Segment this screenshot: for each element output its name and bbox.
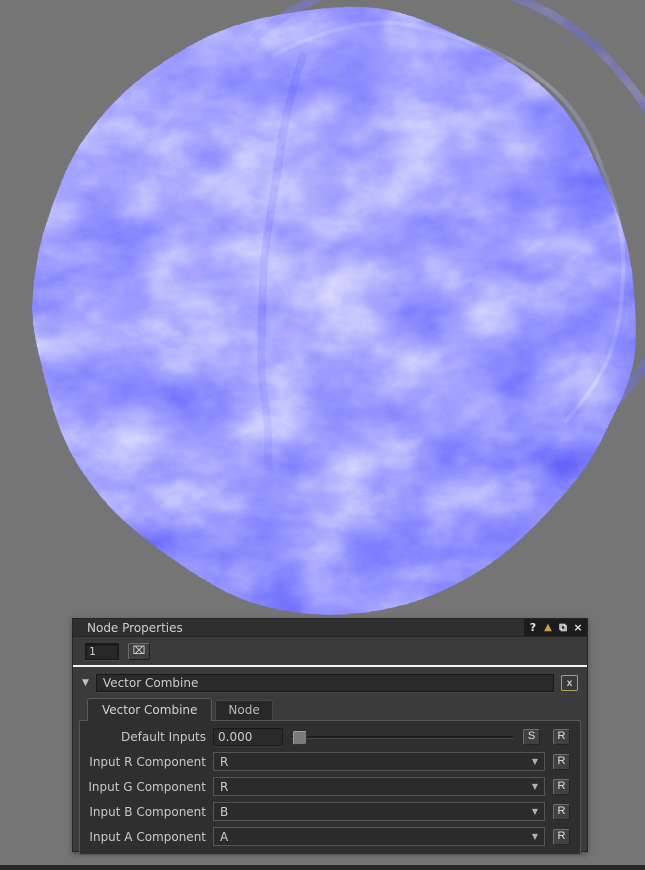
slider-handle[interactable] — [293, 731, 307, 745]
param-row-input-r: Input R Component R ▼ R — [80, 749, 570, 774]
parameter-group: Default Inputs S R Input R Component R ▼… — [79, 720, 581, 855]
param-label: Input B Component — [80, 805, 206, 819]
dropdown-value: B — [220, 805, 228, 819]
param-row-input-a: Input A Component A ▼ R — [80, 824, 570, 849]
param-row-default-inputs: Default Inputs S R — [80, 724, 570, 749]
titlebar-icon-group: ? ▲ ⧉ × — [524, 619, 587, 636]
dropdown-value: A — [220, 830, 228, 844]
clear-panels-icon: ⌧ — [133, 646, 146, 657]
param-row-input-g: Input G Component R ▼ R — [80, 774, 570, 799]
revert-button[interactable]: R — [553, 829, 570, 845]
input-g-component-dropdown[interactable]: R ▼ — [213, 777, 545, 796]
revert-button[interactable]: R — [553, 754, 570, 770]
revert-button[interactable]: R — [553, 729, 570, 745]
max-panels-input[interactable] — [85, 643, 119, 660]
input-a-component-dropdown[interactable]: A ▼ — [213, 827, 545, 846]
tab-vector-combine[interactable]: Vector Combine — [87, 698, 212, 721]
chevron-down-icon: ▼ — [532, 757, 538, 766]
dropdown-value: R — [220, 755, 228, 769]
close-icon[interactable]: × — [571, 621, 585, 635]
bottom-panel-edge — [0, 865, 645, 870]
float-window-icon[interactable]: ⧉ — [556, 621, 570, 635]
default-inputs-field[interactable] — [213, 728, 283, 746]
node-properties-panel: Node Properties ? ▲ ⧉ × ⌧ ▼ Vector Combi… — [72, 618, 588, 852]
viewport-3d[interactable] — [0, 0, 645, 625]
revert-button[interactable]: R — [553, 804, 570, 820]
param-label: Input A Component — [80, 830, 206, 844]
param-label: Default Inputs — [80, 730, 206, 744]
sample-button[interactable]: S — [523, 729, 540, 745]
default-inputs-slider[interactable] — [291, 728, 513, 746]
tab-node[interactable]: Node — [215, 700, 272, 720]
node-close-button[interactable]: x — [561, 675, 578, 691]
clear-panels-button[interactable]: ⌧ — [128, 643, 150, 660]
dropdown-value: R — [220, 780, 228, 794]
input-r-component-dropdown[interactable]: R ▼ — [213, 752, 545, 771]
application-window: Node Properties ? ▲ ⧉ × ⌧ ▼ Vector Combi… — [0, 0, 645, 870]
panel-titlebar[interactable]: Node Properties ? ▲ ⧉ × — [73, 619, 587, 637]
node-header: ▼ Vector Combine x — [73, 667, 587, 692]
panel-title: Node Properties — [87, 621, 183, 635]
param-label: Input R Component — [80, 755, 206, 769]
collapse-arrow-icon[interactable]: ▼ — [82, 678, 89, 688]
sphere-render — [0, 0, 645, 625]
chevron-down-icon: ▼ — [532, 807, 538, 816]
param-label: Input G Component — [80, 780, 206, 794]
input-b-component-dropdown[interactable]: B ▼ — [213, 802, 545, 821]
revert-button[interactable]: R — [553, 779, 570, 795]
chevron-down-icon: ▼ — [532, 782, 538, 791]
chevron-down-icon: ▼ — [532, 832, 538, 841]
param-row-input-b: Input B Component B ▼ R — [80, 799, 570, 824]
node-name-field[interactable]: Vector Combine — [96, 674, 554, 692]
tab-bar: Vector Combine Node — [87, 698, 587, 720]
maximize-icon[interactable]: ▲ — [541, 621, 555, 635]
help-icon[interactable]: ? — [526, 621, 540, 635]
slider-track[interactable] — [291, 736, 513, 738]
max-panels-row: ⌧ — [73, 637, 587, 661]
